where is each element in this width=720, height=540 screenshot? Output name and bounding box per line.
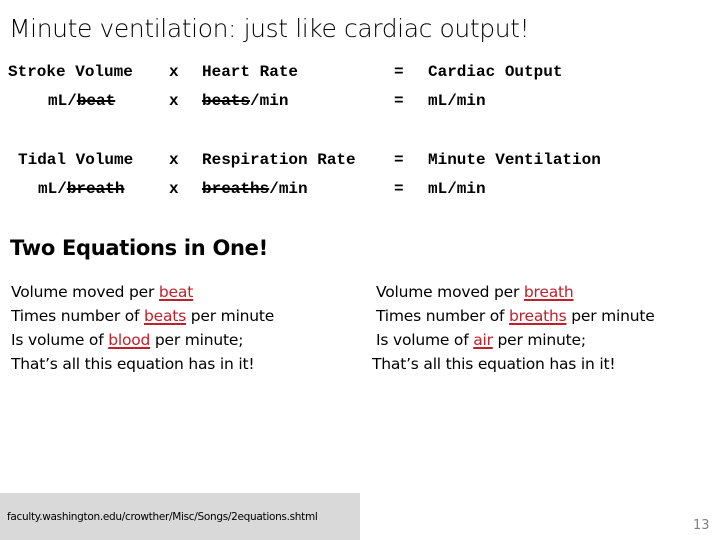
respiration-rate-units: breaths/min [202,180,308,198]
units-text: mL/ [38,180,67,198]
cancelled-unit: beat [76,92,116,110]
verse-text: That’s all this equation has in it! [372,355,616,373]
verse-text: per minute; [492,331,587,349]
highlighted-word: beats [144,307,187,325]
verse-text: Is volume of [11,331,109,349]
highlighted-word: blood [108,331,151,349]
verse-line: Is volume of air per minute; [372,328,655,352]
verse-text: Is volume of [376,331,474,349]
equals-sign: = [394,92,404,110]
multiply-sign: x [169,63,179,81]
highlighted-word: air [473,331,493,349]
multiply-sign: x [169,92,179,110]
multiply-sign: x [169,151,179,169]
units-text: /min [269,180,308,198]
verse-text: Volume moved per [376,283,524,301]
verse-text: per minute [566,307,655,325]
heart-rate-units: beats/min [202,92,288,110]
cancelled-unit: breath [66,180,125,198]
source-url[interactable]: faculty.washington.edu/crowther/Misc/Son… [7,511,318,523]
units-text: /min [250,92,289,110]
verse-line: That’s all this equation has in it! [11,352,274,376]
verse-right: Volume moved per breath Times number of … [372,280,655,376]
page-number: 13 [693,518,710,533]
respiration-rate-term: Respiration Rate [202,151,356,169]
verse-line: Is volume of blood per minute; [11,328,274,352]
source-url-box: faculty.washington.edu/crowther/Misc/Son… [0,493,360,540]
slide-title: Minute ventilation: just like cardiac ou… [9,14,530,43]
verse-text: per minute [186,307,275,325]
highlighted-word: breaths [509,307,567,325]
verse-text: That’s all this equation has in it! [11,355,255,373]
verse-line: Times number of breaths per minute [372,304,655,328]
cardiac-output-units: mL/min [428,92,486,110]
units-text: mL/ [48,92,77,110]
tidal-volume-units: mL/breath [38,180,124,198]
equals-sign: = [394,180,404,198]
minute-ventilation-units: mL/min [428,180,486,198]
equals-sign: = [394,151,404,169]
verse-line: Volume moved per breath [372,280,655,304]
verse-line: Volume moved per beat [11,280,274,304]
cardiac-output-term: Cardiac Output [428,63,563,81]
cancelled-unit: beats [202,92,251,110]
heart-rate-term: Heart Rate [202,63,299,81]
verse-text: Times number of [11,307,145,325]
verse-line: Times number of beats per minute [11,304,274,328]
section-heading: Two Equations in One! [10,236,268,260]
minute-ventilation-term: Minute Ventilation [428,151,601,169]
stroke-volume-term: Stroke Volume [8,63,133,81]
multiply-sign: x [169,180,179,198]
cancelled-unit: breaths [202,180,270,198]
stroke-volume-units: mL/beat [48,92,115,110]
highlighted-word: beat [158,283,194,301]
verse-text: Times number of [376,307,510,325]
verse-text: Volume moved per [11,283,159,301]
equals-sign: = [394,63,404,81]
highlighted-word: breath [523,283,574,301]
verse-text: per minute; [150,331,244,349]
verse-line: That’s all this equation has in it! [372,352,655,376]
verse-left: Volume moved per beat Times number of be… [11,280,274,376]
tidal-volume-term: Tidal Volume [18,151,134,169]
